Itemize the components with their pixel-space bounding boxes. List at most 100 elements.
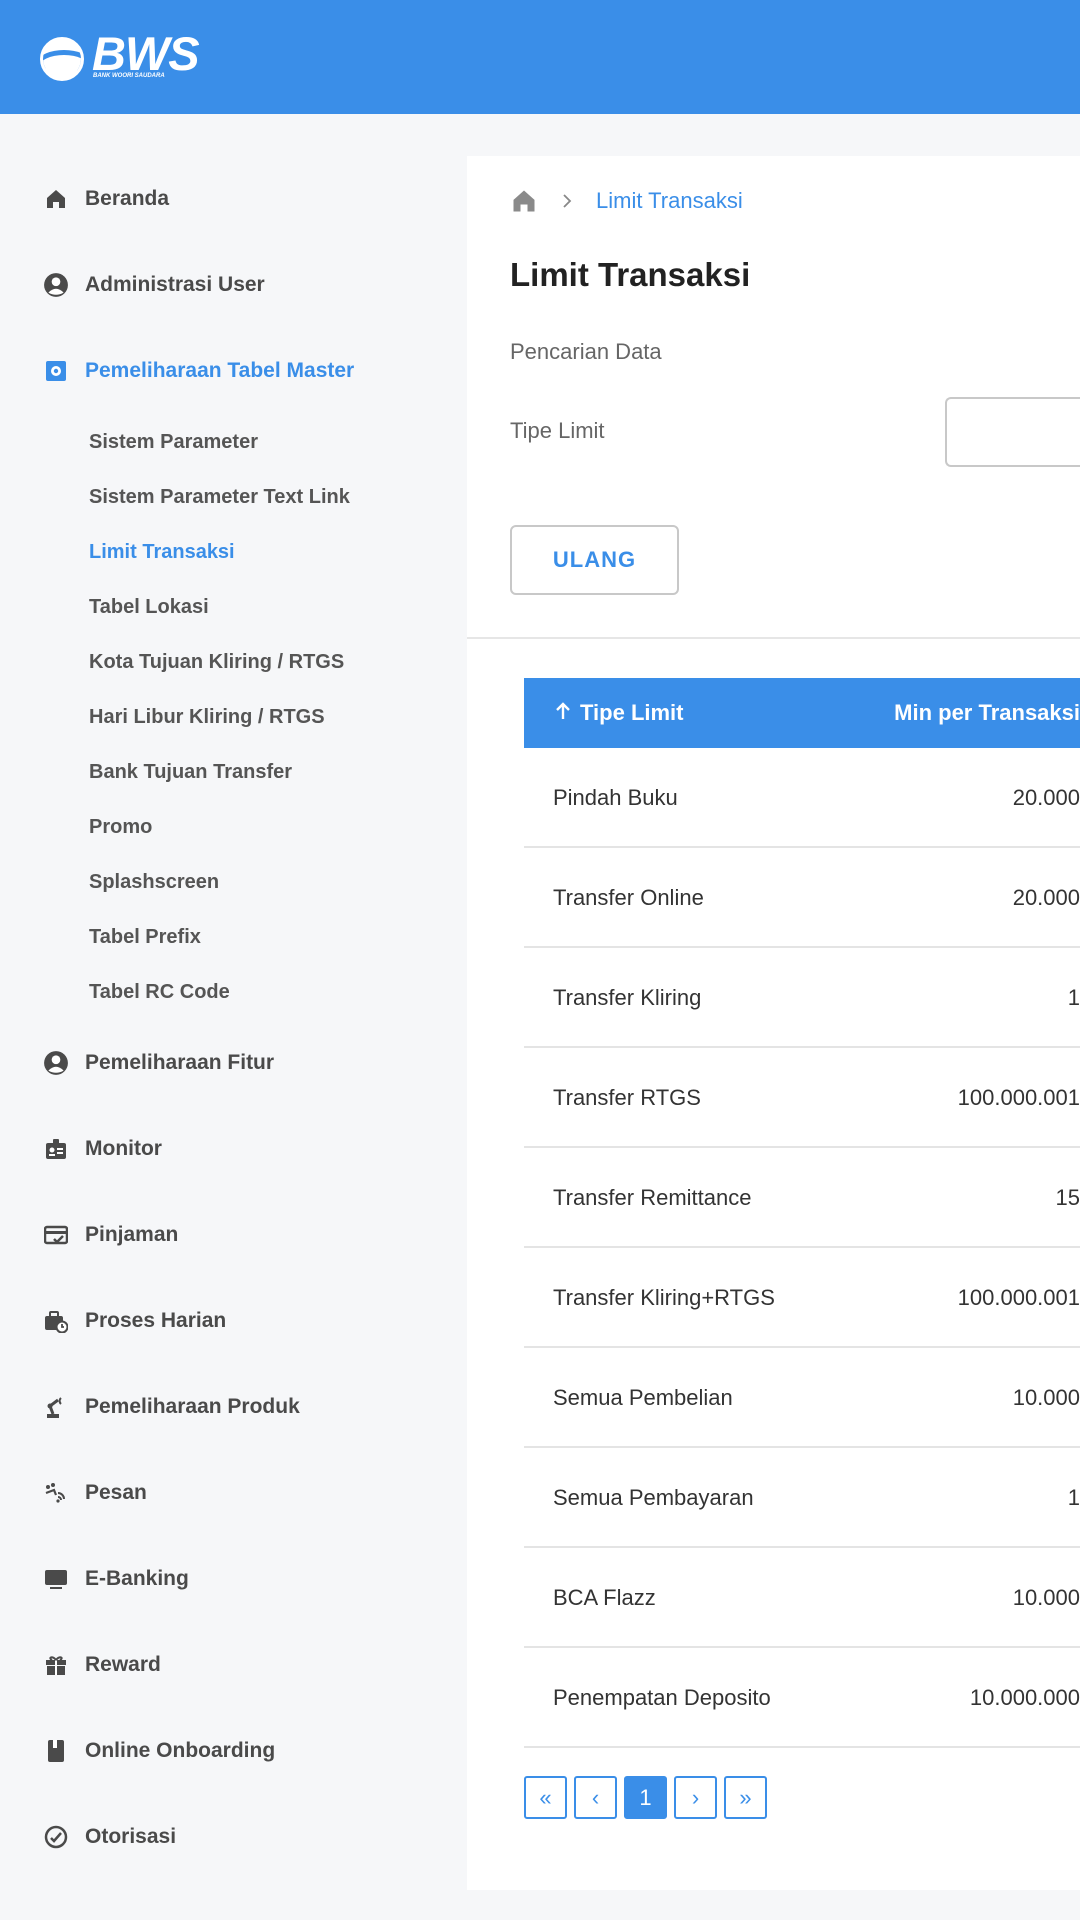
cell-min-per-transaksi: 20.000 [1012,785,1080,810]
sidebar-item-label: Pemeliharaan Tabel Master [85,359,355,382]
page-button-current[interactable]: 1 [624,1776,667,1819]
sidebar-item-label: Pemeliharaan Produk [85,1395,300,1418]
sidebar-item-label: Pinjaman [85,1223,179,1246]
cell-tipe-limit: Transfer Kliring+RTGS [553,1285,775,1310]
cell-min-per-transaksi: 10.000 [1012,1385,1080,1410]
table-row[interactable]: Transfer Remittance 15 [524,1148,1080,1248]
sidebar-item-label: Beranda [85,187,170,210]
chevron-right-icon [560,194,574,208]
cell-tipe-limit: Semua Pembelian [553,1385,733,1410]
sidebar-subitem-bank-tujuan[interactable]: Bank Tujuan Transfer [89,757,292,787]
sidebar-subitem-kota-tujuan[interactable]: Kota Tujuan Kliring / RTGS [89,647,344,677]
sidebar-item-monitor[interactable]: Monitor [40,1129,162,1169]
table-row[interactable]: BCA Flazz 10.000 [524,1548,1080,1648]
column-header-min-per-transaksi[interactable]: Min per Transaksi [894,678,1080,748]
cell-tipe-limit: Semua Pembayaran [553,1485,754,1510]
limit-table: Tipe Limit Min per Transaksi Pindah Buku… [524,678,1080,1748]
sidebar-item-label: E-Banking [85,1567,189,1590]
signal-icon [40,1477,72,1509]
robot-arm-icon [40,1391,72,1423]
cell-tipe-limit: Transfer Kliring [553,985,702,1010]
sidebar-subitem-sistem-parameter-text-link[interactable]: Sistem Parameter Text Link [89,482,350,512]
table-row[interactable]: Pindah Buku 20.000 [524,748,1080,848]
divider [467,637,1080,639]
sidebar-subitem-splashscreen[interactable]: Splashscreen [89,867,219,897]
prev-page-button[interactable]: ‹ [574,1776,617,1819]
app-header: BWS BANK WOORI SAUDARA [0,0,1080,114]
page-title: Limit Transaksi [510,256,751,293]
sidebar-item-pemeliharaan-tabel-master[interactable]: Pemeliharaan Tabel Master [40,351,354,391]
cell-tipe-limit: Transfer Online [553,885,704,910]
table-row[interactable]: Penempatan Deposito 10.000.000 [524,1648,1080,1748]
bws-logo[interactable]: BWS BANK WOORI SAUDARA [40,27,200,84]
sidebar-item-otorisasi[interactable]: Otorisasi [40,1817,176,1857]
cell-tipe-limit: BCA Flazz [553,1585,656,1610]
logo-mark-icon [40,37,84,81]
sidebar-item-label: Pemeliharaan Fitur [85,1051,275,1074]
sidebar-item-label: Pesan [85,1481,147,1504]
gift-icon [40,1649,72,1681]
pagination: « ‹ 1 › » [524,1776,774,1820]
tipe-limit-input[interactable] [945,397,1080,467]
breadcrumb: Limit Transaksi [510,186,743,216]
table-row[interactable]: Transfer RTGS 100.000.001 [524,1048,1080,1148]
cell-min-per-transaksi: 10.000.000 [969,1685,1080,1710]
next-page-button[interactable]: › [674,1776,717,1819]
search-section-label: Pencarian Data [510,339,662,364]
table-row[interactable]: Transfer Kliring 1 [524,948,1080,1048]
cell-min-per-transaksi: 100.000.001 [957,1085,1080,1110]
table-row[interactable]: Transfer Kliring+RTGS 100.000.001 [524,1248,1080,1348]
badge-icon [40,1133,72,1165]
sidebar-item-label: Administrasi User [85,273,265,296]
sidebar-item-reward[interactable]: Reward [40,1645,161,1685]
cell-min-per-transaksi: 1 [1067,1485,1080,1510]
gear-icon [40,355,72,387]
sidebar-item-online-onboarding[interactable]: Online Onboarding [40,1731,275,1771]
monitor-icon [40,1563,72,1595]
cell-min-per-transaksi: 20.000 [1012,885,1080,910]
tipe-limit-label: Tipe Limit [510,418,605,443]
column-header-tipe-limit[interactable]: Tipe Limit [554,678,684,748]
cell-tipe-limit: Penempatan Deposito [553,1685,771,1710]
logo-text: BWS [92,27,200,80]
table-row[interactable]: Transfer Online 20.000 [524,848,1080,948]
sidebar-item-pesan[interactable]: Pesan [40,1473,147,1513]
cell-min-per-transaksi: 15 [1055,1185,1080,1210]
sidebar-item-pemeliharaan-fitur[interactable]: Pemeliharaan Fitur [40,1043,274,1083]
sidebar-item-label: Proses Harian [85,1309,227,1332]
sidebar-item-pinjaman[interactable]: Pinjaman [40,1215,178,1255]
sidebar-subitem-tabel-rc-code[interactable]: Tabel RC Code [89,977,230,1007]
cell-tipe-limit: Transfer RTGS [553,1085,701,1110]
sidebar-item-proses-harian[interactable]: Proses Harian [40,1301,226,1341]
sidebar-item-administrasi-user[interactable]: Administrasi User [40,265,265,305]
reset-button[interactable]: ULANG [510,525,679,595]
last-page-button[interactable]: » [724,1776,767,1819]
arrow-up-icon [554,679,572,749]
sidebar-subitem-promo[interactable]: Promo [89,812,152,842]
sidebar-item-beranda[interactable]: Beranda [40,179,169,219]
sidebar-subitem-sistem-parameter[interactable]: Sistem Parameter [89,427,258,457]
table-row[interactable]: Semua Pembayaran 1 [524,1448,1080,1548]
sidebar-subitem-tabel-lokasi[interactable]: Tabel Lokasi [89,592,209,622]
breadcrumb-current[interactable]: Limit Transaksi [596,188,743,214]
column-header-label: Tipe Limit [580,700,684,725]
approval-icon [40,1821,72,1853]
first-page-button[interactable]: « [524,1776,567,1819]
cell-min-per-transaksi: 10.000 [1012,1585,1080,1610]
cell-min-per-transaksi: 100.000.001 [957,1285,1080,1310]
sidebar-item-label: Otorisasi [85,1825,177,1848]
table-row[interactable]: Semua Pembelian 10.000 [524,1348,1080,1448]
sidebar-subitem-tabel-prefix[interactable]: Tabel Prefix [89,922,201,952]
sidebar-item-pemeliharaan-produk[interactable]: Pemeliharaan Produk [40,1387,300,1427]
cell-tipe-limit: Pindah Buku [553,785,678,810]
card-check-icon [40,1219,72,1251]
sidebar-subitem-limit-transaksi[interactable]: Limit Transaksi [89,537,235,567]
sidebar-item-e-banking[interactable]: E-Banking [40,1559,189,1599]
briefcase-clock-icon [40,1305,72,1337]
home-icon[interactable] [510,187,538,215]
logo-tagline: BANK WOORI SAUDARA [93,73,165,79]
user-circle-icon [40,269,72,301]
sidebar-subitem-hari-libur[interactable]: Hari Libur Kliring / RTGS [89,702,325,732]
book-icon [40,1735,72,1767]
sidebar-item-label: Monitor [85,1137,162,1160]
